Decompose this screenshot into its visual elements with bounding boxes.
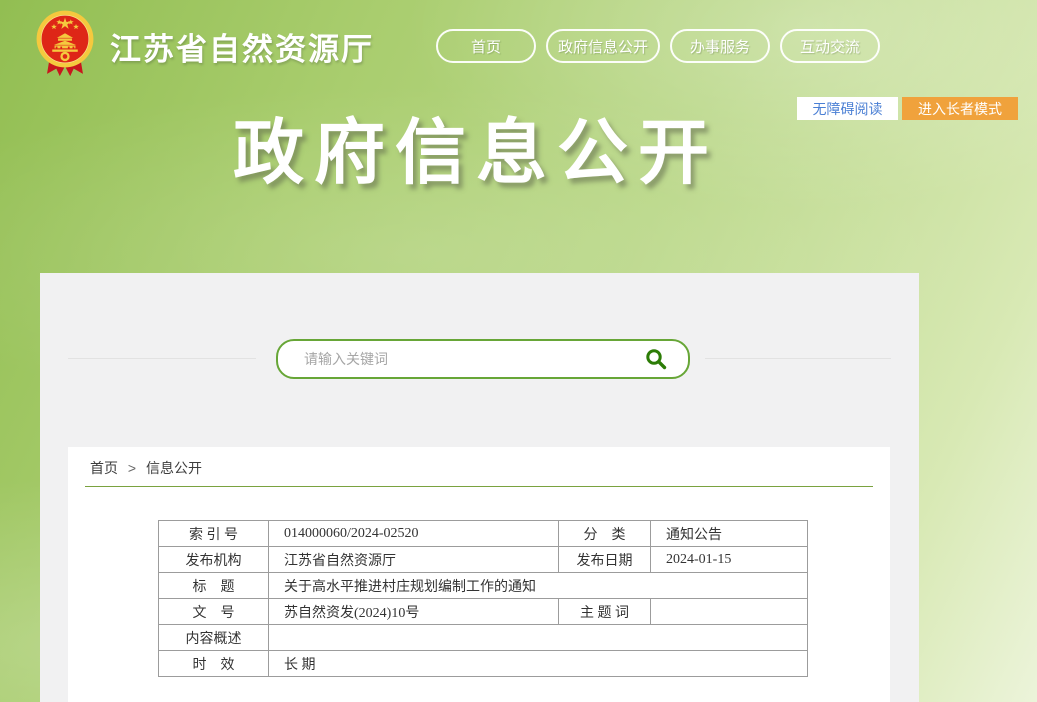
detail-section: 首页 > 信息公开 索 引 号 014000060/2024-02520 分 类…	[68, 447, 890, 702]
nav-item-home[interactable]: 首页	[436, 29, 536, 63]
field-value-subject	[651, 599, 808, 625]
search-icon	[644, 347, 668, 371]
breadcrumb-home-link[interactable]: 首页	[90, 460, 118, 476]
nav-item-interaction[interactable]: 互动交流	[780, 29, 880, 63]
field-label-index: 索 引 号	[159, 521, 269, 547]
field-value-summary	[269, 625, 808, 651]
search-button[interactable]	[638, 347, 688, 371]
field-label-category: 分 类	[559, 521, 651, 547]
field-label-validity: 时 效	[159, 651, 269, 677]
field-label-issuer: 发布机构	[159, 547, 269, 573]
site-logo-link[interactable]: 江苏省自然资源厅	[36, 10, 374, 82]
field-label-doc-no: 文 号	[159, 599, 269, 625]
field-value-category: 通知公告	[651, 521, 808, 547]
search-row	[40, 339, 919, 379]
table-row: 索 引 号 014000060/2024-02520 分 类 通知公告	[159, 521, 808, 547]
search-box	[276, 339, 690, 379]
main-nav: 首页 政府信息公开 办事服务 互动交流	[436, 29, 880, 63]
search-divider-right	[705, 358, 891, 359]
elder-mode-button[interactable]: 进入长者模式	[902, 97, 1018, 120]
quick-links: 无障碍阅读 进入长者模式	[797, 97, 1018, 120]
accessibility-reading-button[interactable]: 无障碍阅读	[797, 97, 898, 120]
field-label-subject: 主 题 词	[559, 599, 651, 625]
field-value-index: 014000060/2024-02520	[269, 521, 559, 547]
breadcrumb-current-link[interactable]: 信息公开	[146, 460, 202, 476]
search-divider-left	[68, 358, 256, 359]
field-label-title: 标 题	[159, 573, 269, 599]
breadcrumb: 首页 > 信息公开	[90, 458, 202, 478]
national-emblem-icon	[36, 10, 94, 82]
breadcrumb-separator: >	[128, 460, 136, 476]
page-root: 江苏省自然资源厅 首页 政府信息公开 办事服务 互动交流 无障碍阅读 进入长者模…	[0, 0, 1037, 702]
search-input[interactable]	[302, 350, 638, 368]
nav-item-gov-info[interactable]: 政府信息公开	[546, 29, 660, 63]
content-panel: 首页 > 信息公开 索 引 号 014000060/2024-02520 分 类…	[40, 273, 919, 702]
field-value-issuer: 江苏省自然资源厅	[269, 547, 559, 573]
field-label-summary: 内容概述	[159, 625, 269, 651]
table-row: 内容概述	[159, 625, 808, 651]
table-row: 标 题 关于高水平推进村庄规划编制工作的通知	[159, 573, 808, 599]
breadcrumb-rule	[85, 486, 873, 487]
field-value-title: 关于高水平推进村庄规划编制工作的通知	[269, 573, 808, 599]
field-value-pub-date: 2024-01-15	[651, 547, 808, 573]
table-row: 时 效 长 期	[159, 651, 808, 677]
field-value-doc-no: 苏自然资发(2024)10号	[269, 599, 559, 625]
banner-title: 政府信息公开	[233, 96, 719, 198]
table-row: 发布机构 江苏省自然资源厅 发布日期 2024-01-15	[159, 547, 808, 573]
site-name: 江苏省自然资源厅	[110, 24, 374, 69]
field-value-validity: 长 期	[269, 651, 808, 677]
field-label-pub-date: 发布日期	[559, 547, 651, 573]
nav-item-services[interactable]: 办事服务	[670, 29, 770, 63]
table-row: 文 号 苏自然资发(2024)10号 主 题 词	[159, 599, 808, 625]
record-meta-table: 索 引 号 014000060/2024-02520 分 类 通知公告 发布机构…	[158, 520, 808, 677]
